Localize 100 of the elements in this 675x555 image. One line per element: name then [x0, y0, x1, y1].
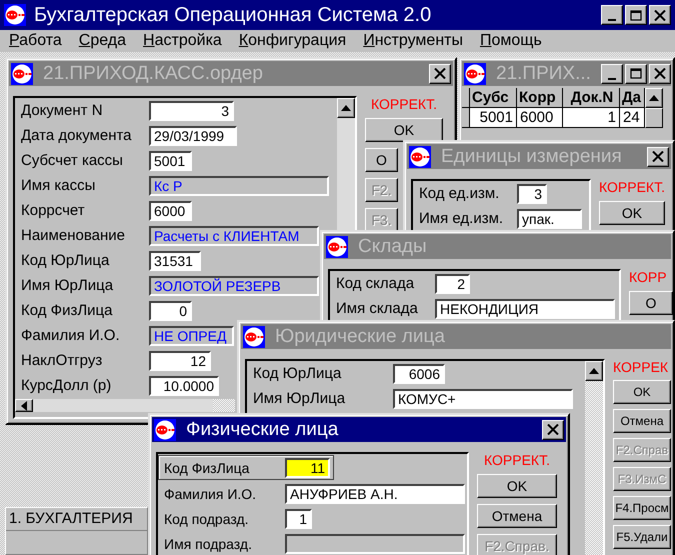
input-field[interactable]: 31531	[149, 250, 201, 270]
vertical-scrollbar[interactable]	[585, 361, 603, 555]
logo-icon	[464, 62, 486, 84]
menu-item[interactable]: Настройка	[143, 32, 222, 50]
up-arrow-icon	[649, 95, 659, 101]
scroll-thumb[interactable]	[213, 399, 235, 412]
table-cell: 1	[563, 108, 620, 128]
maximize-icon	[630, 68, 642, 79]
input-field[interactable]: КОМУС+	[393, 388, 573, 408]
dialog-button[interactable]: OK	[613, 380, 671, 404]
input-field[interactable]: 5001	[149, 150, 192, 170]
field-label: Имя склада	[336, 300, 419, 317]
field-label: Имя ед.изм.	[419, 210, 504, 227]
field-label: Код склада	[336, 275, 416, 292]
readonly-field[interactable]: НЕ ОПРЕД	[149, 326, 234, 346]
scroll-left-button[interactable]	[15, 399, 33, 412]
field-label: Код ЮрЛица	[253, 365, 342, 382]
close-button[interactable]	[542, 420, 564, 440]
scroll-thumb[interactable]	[645, 108, 663, 128]
up-arrow-icon	[341, 105, 351, 111]
scroll-up-button[interactable]	[585, 361, 603, 381]
field-label: Код ФизЛица	[21, 302, 114, 319]
window-title: 21.ПРИХОД.КАСС.ордер	[43, 62, 263, 84]
minimize-button[interactable]	[601, 5, 623, 25]
dialog-button[interactable]: F4.Просм	[613, 496, 671, 520]
maximize-button[interactable]	[624, 64, 647, 84]
close-icon	[652, 151, 664, 162]
menu-item[interactable]: Инструменты	[363, 32, 463, 50]
input-field[interactable]: 0	[149, 300, 192, 320]
input-field[interactable]: 11	[285, 458, 330, 478]
logo-icon	[243, 326, 265, 348]
window-title: 21.ПРИХ...	[496, 62, 591, 84]
dialog-button[interactable]: OK	[599, 201, 665, 225]
field-label: Код подразд.	[164, 510, 250, 526]
scroll-up-button[interactable]	[337, 98, 355, 118]
column-header[interactable]: Корр	[517, 88, 563, 108]
scroll-up-button[interactable]	[645, 88, 663, 108]
logo-icon	[4, 4, 26, 26]
logo-icon	[409, 146, 431, 168]
minimize-button[interactable]	[600, 64, 623, 84]
horizontal-scrollbar[interactable]	[15, 399, 235, 412]
column-header[interactable]: Да	[620, 88, 645, 108]
dialog-button[interactable]: OK	[365, 118, 443, 142]
dialog-button[interactable]: Отмена	[613, 409, 671, 433]
menu-item[interactable]: Конфигурация	[238, 32, 346, 50]
input-field[interactable]: 2	[435, 274, 470, 294]
close-button[interactable]	[649, 5, 671, 25]
minimize-icon	[608, 78, 616, 80]
menu-item[interactable]: Среда	[78, 32, 126, 50]
logo-icon	[11, 62, 33, 84]
input-field[interactable]: 3	[149, 100, 234, 120]
input-field[interactable]: АНУФРИЕВ А.Н.	[285, 484, 465, 504]
column-header[interactable]: Док.N	[563, 88, 620, 108]
field-label: Имя кассы	[21, 177, 96, 194]
minimize-icon	[608, 19, 616, 21]
close-icon	[654, 10, 666, 20]
window-title: Юридические лица	[275, 326, 445, 348]
up-arrow-icon	[589, 368, 599, 374]
dialog-button[interactable]: Отмена	[477, 504, 557, 528]
close-button[interactable]	[429, 64, 451, 84]
readonly-field[interactable]: Кс Р	[149, 176, 329, 196]
menu-item[interactable]: Помощь	[480, 32, 542, 50]
left-arrow-icon	[21, 400, 27, 410]
field-label: Код ЮрЛица	[21, 252, 110, 269]
mode-label: КОРРЕКТ.	[483, 452, 551, 468]
input-field[interactable]: 29/03/1999	[149, 126, 237, 146]
input-field[interactable]: 12	[149, 350, 211, 370]
dialog-button[interactable]: О	[365, 148, 398, 172]
window-title: Единицы измерения	[441, 146, 622, 168]
mode-label: КОРР	[629, 269, 668, 285]
table-cell: 5001	[470, 108, 517, 128]
vertical-scrollbar[interactable]	[337, 98, 355, 230]
dialog-button[interactable]: F5.Удали	[613, 525, 671, 549]
readonly-field[interactable]	[285, 534, 465, 554]
row-selector[interactable]	[462, 108, 470, 128]
field-label: Документ N	[21, 102, 104, 119]
close-icon	[654, 68, 666, 79]
input-field[interactable]: 10.0000	[149, 376, 219, 396]
minimized-window[interactable]: 1. БУХГАЛТЕРИЯ	[5, 507, 148, 555]
dialog-button[interactable]: OK	[477, 474, 557, 498]
row-selector[interactable]	[462, 88, 470, 108]
close-button[interactable]	[647, 146, 669, 166]
window-title: 1. БУХГАЛТЕРИЯ	[6, 508, 147, 531]
input-field[interactable]: упак.	[517, 208, 582, 228]
dialog-button[interactable]: О	[629, 291, 673, 315]
column-header[interactable]: Субс	[470, 88, 517, 108]
menu-item[interactable]: Работа	[9, 32, 62, 50]
mode-label: КОРРЕКТ.	[599, 179, 665, 195]
close-button[interactable]	[648, 64, 671, 84]
maximize-button[interactable]	[625, 5, 647, 25]
input-field[interactable]: НЕКОНДИЦИЯ	[435, 298, 615, 318]
field-label: Код ед.изм.	[419, 185, 500, 202]
readonly-field[interactable]: ЗОЛОТОЙ РЕЗЕРВ	[149, 276, 319, 296]
input-field[interactable]: 6000	[149, 200, 192, 220]
input-field[interactable]: 6006	[393, 364, 445, 384]
input-field[interactable]: 1	[285, 508, 312, 528]
input-field[interactable]: 3	[517, 184, 547, 204]
table-cell: 6000	[517, 108, 563, 128]
close-icon	[547, 424, 559, 435]
readonly-field[interactable]: Расчеты с КЛИЕНТАМ	[149, 226, 319, 246]
